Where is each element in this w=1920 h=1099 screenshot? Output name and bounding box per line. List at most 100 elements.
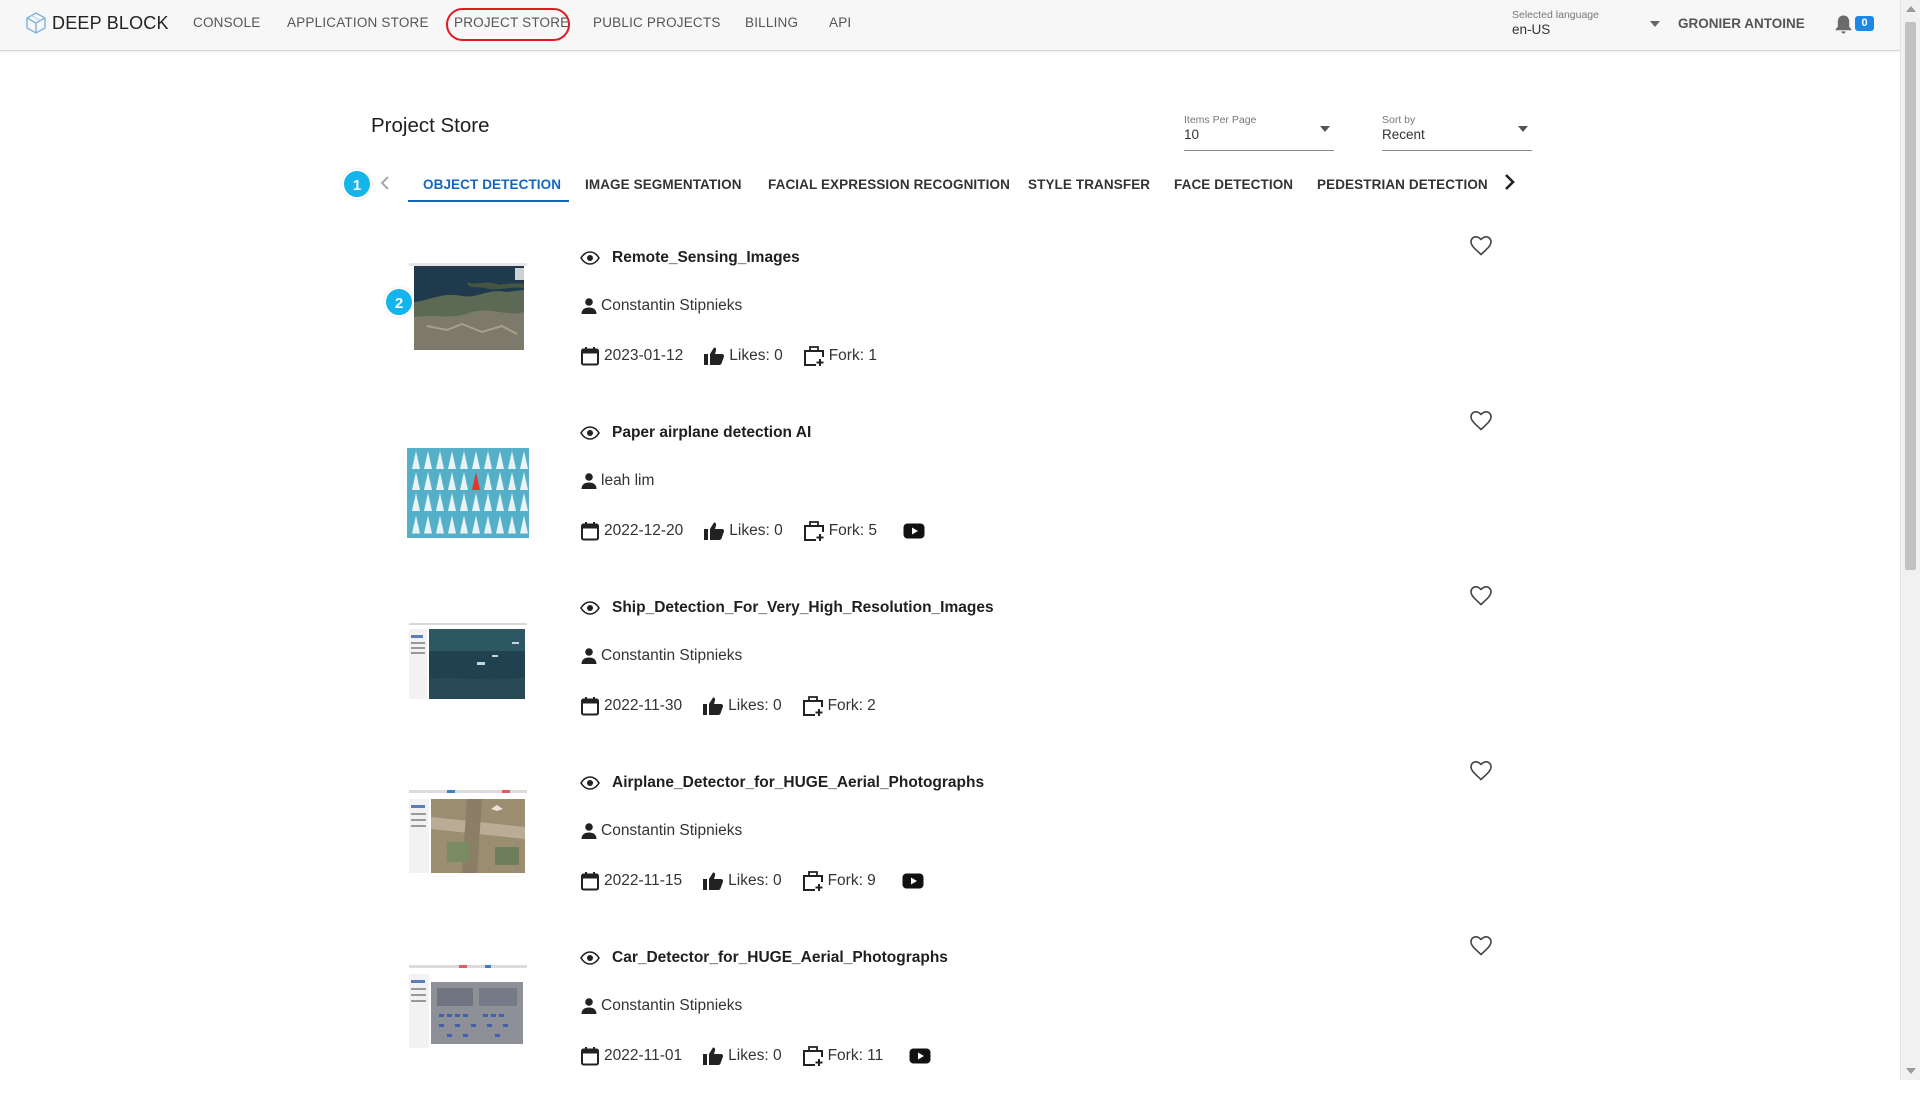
author-name: Constantin Stipnieks: [601, 822, 743, 839]
active-tab-indicator: [408, 200, 569, 202]
project-date: 2022-12-20: [580, 521, 683, 541]
project-title: Paper airplane detection AI: [612, 424, 812, 441]
page-scrollbar[interactable]: [1900, 0, 1920, 1080]
tab-image-segmentation[interactable]: IMAGE SEGMENTATION: [585, 177, 742, 192]
deep-block-logo[interactable]: DEEP BLOCK: [26, 12, 169, 34]
project-author: Constantin Stipnieks: [580, 297, 742, 315]
person-icon: [581, 823, 597, 839]
project-thumbnail[interactable]: [407, 448, 529, 538]
sort-by-select[interactable]: Sort by Recent: [1382, 114, 1532, 151]
language-label: Selected language: [1512, 9, 1599, 21]
airplane-aerial-screenshot-thumbnail: [407, 787, 529, 877]
likes-value: Likes: 0: [728, 697, 782, 714]
step-badge-2: 2: [384, 287, 414, 317]
items-per-page-value: 10: [1184, 127, 1200, 142]
project-thumbnail[interactable]: [407, 617, 529, 707]
project-card[interactable]: Airplane_Detector_for_HUGE_Aerial_Photog…: [400, 761, 1510, 924]
project-title: Car_Detector_for_HUGE_Aerial_Photographs: [612, 949, 948, 966]
step-badge-1: 1: [342, 169, 372, 199]
chevron-right-icon[interactable]: [1504, 173, 1515, 191]
project-forks: Fork: 11: [802, 1045, 884, 1067]
date-value: 2022-11-01: [604, 1047, 683, 1064]
nav-api[interactable]: API: [829, 15, 851, 30]
project-author: leah lim: [580, 472, 654, 490]
tab-face-detection[interactable]: FACE DETECTION: [1174, 177, 1293, 192]
notification-count-badge: 0: [1855, 16, 1874, 31]
car-aerial-screenshot-thumbnail: [407, 962, 529, 1052]
heart-outline-icon[interactable]: [1470, 936, 1492, 956]
fork-icon: [802, 1046, 823, 1066]
project-title-link[interactable]: Ship_Detection_For_Very_High_Resolution_…: [580, 599, 994, 617]
nav-billing[interactable]: BILLING: [745, 15, 798, 30]
fork-value: Fork: 2: [827, 697, 876, 714]
project-card[interactable]: Ship_Detection_For_Very_High_Resolution_…: [400, 586, 1510, 749]
youtube-icon[interactable]: [903, 523, 925, 539]
project-date: 2022-11-01: [580, 1046, 682, 1066]
fork-value: Fork: 11: [827, 1047, 884, 1064]
project-card[interactable]: Paper airplane detection AI leah lim 202…: [400, 411, 1510, 574]
nav-public-projects[interactable]: PUBLIC PROJECTS: [593, 15, 721, 30]
youtube-icon[interactable]: [902, 873, 924, 889]
project-forks: Fork: 9: [802, 870, 876, 892]
tab-facial-expression-recognition[interactable]: FACIAL EXPRESSION RECOGNITION: [768, 177, 1010, 192]
project-title-link[interactable]: Remote_Sensing_Images: [580, 249, 800, 267]
project-title-link[interactable]: Paper airplane detection AI: [580, 424, 811, 442]
bell-icon[interactable]: [1834, 14, 1853, 35]
fork-icon: [803, 521, 824, 541]
page-title: Project Store: [371, 114, 490, 137]
heart-outline-icon[interactable]: [1470, 236, 1492, 256]
items-per-page-label: Items Per Page: [1184, 114, 1257, 126]
nav-console[interactable]: CONSOLE: [193, 15, 260, 30]
logo-text: DEEP BLOCK: [52, 12, 169, 33]
nav-application-store[interactable]: APPLICATION STORE: [287, 15, 429, 30]
project-title: Remote_Sensing_Images: [612, 249, 800, 266]
youtube-icon[interactable]: [909, 1048, 931, 1064]
fork-icon: [802, 696, 823, 716]
project-card[interactable]: Car_Detector_for_HUGE_Aerial_Photographs…: [400, 936, 1510, 1099]
tab-pedestrian-detection[interactable]: PEDESTRIAN DETECTION: [1317, 177, 1488, 192]
chevron-left-icon[interactable]: [380, 175, 390, 191]
top-navigation-bar: DEEP BLOCK CONSOLE APPLICATION STORE PRO…: [0, 0, 1900, 51]
project-title-link[interactable]: Airplane_Detector_for_HUGE_Aerial_Photog…: [580, 774, 984, 792]
items-per-page-select[interactable]: Items Per Page 10: [1184, 114, 1334, 151]
author-name: Constantin Stipnieks: [601, 997, 743, 1014]
thumb-up-icon: [703, 872, 724, 890]
heart-outline-icon[interactable]: [1470, 411, 1492, 431]
caret-down-icon: [1320, 126, 1330, 132]
project-title-link[interactable]: Car_Detector_for_HUGE_Aerial_Photographs: [580, 949, 948, 967]
heart-outline-icon[interactable]: [1470, 586, 1492, 606]
language-select[interactable]: Selected language en-US: [1512, 9, 1660, 37]
likes-value: Likes: 0: [729, 522, 783, 539]
project-thumbnail[interactable]: [407, 962, 529, 1052]
project-author: Constantin Stipnieks: [580, 822, 742, 840]
likes-value: Likes: 0: [729, 347, 783, 364]
tab-object-detection[interactable]: OBJECT DETECTION: [423, 177, 561, 192]
fork-value: Fork: 5: [828, 522, 877, 539]
project-likes: Likes: 0: [702, 1046, 782, 1066]
scrollbar-thumb[interactable]: [1905, 22, 1916, 570]
project-thumbnail[interactable]: [407, 787, 529, 877]
project-meta: 2023-01-12 Likes: 0 Fork: 1: [580, 345, 897, 367]
project-date: 2023-01-12: [580, 346, 683, 366]
cube-logo-icon: [26, 12, 46, 34]
project-title: Airplane_Detector_for_HUGE_Aerial_Photog…: [612, 774, 985, 791]
date-value: 2023-01-12: [604, 347, 684, 364]
scroll-up-arrow-icon[interactable]: [1906, 6, 1916, 12]
eye-icon: [580, 426, 600, 440]
tab-style-transfer[interactable]: STYLE TRANSFER: [1028, 177, 1150, 192]
project-forks: Fork: 5: [803, 520, 877, 542]
user-menu[interactable]: GRONIER ANTOINE: [1678, 16, 1805, 31]
project-likes: Likes: 0: [703, 521, 783, 541]
likes-value: Likes: 0: [728, 1047, 782, 1064]
fork-icon: [802, 871, 823, 891]
sort-by-value: Recent: [1382, 127, 1425, 142]
person-icon: [581, 473, 597, 489]
heart-outline-icon[interactable]: [1470, 761, 1492, 781]
eye-icon: [580, 951, 600, 965]
ship-detection-screenshot-thumbnail: [407, 617, 529, 707]
nav-project-store[interactable]: PROJECT STORE: [454, 15, 569, 30]
scroll-down-arrow-icon[interactable]: [1906, 1068, 1916, 1074]
sort-by-label: Sort by: [1382, 114, 1416, 126]
project-thumbnail[interactable]: [407, 262, 529, 352]
project-card[interactable]: 2 Remote_Sensing_Images Constantin Stipn…: [384, 236, 1510, 399]
